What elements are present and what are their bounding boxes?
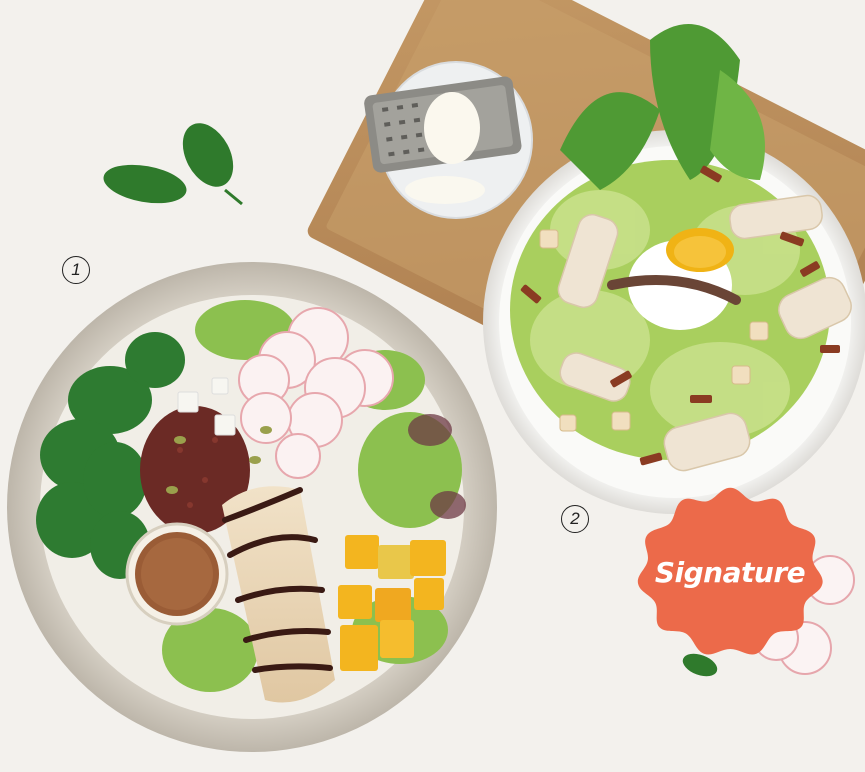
- item-number-1: 1: [62, 256, 90, 284]
- food-photo: 1 2 Signature: [0, 0, 865, 767]
- left-bowl: [7, 262, 497, 752]
- signature-badge: Signature: [636, 478, 824, 666]
- item-number-2: 2: [561, 505, 589, 533]
- badge-label: Signature: [654, 555, 806, 589]
